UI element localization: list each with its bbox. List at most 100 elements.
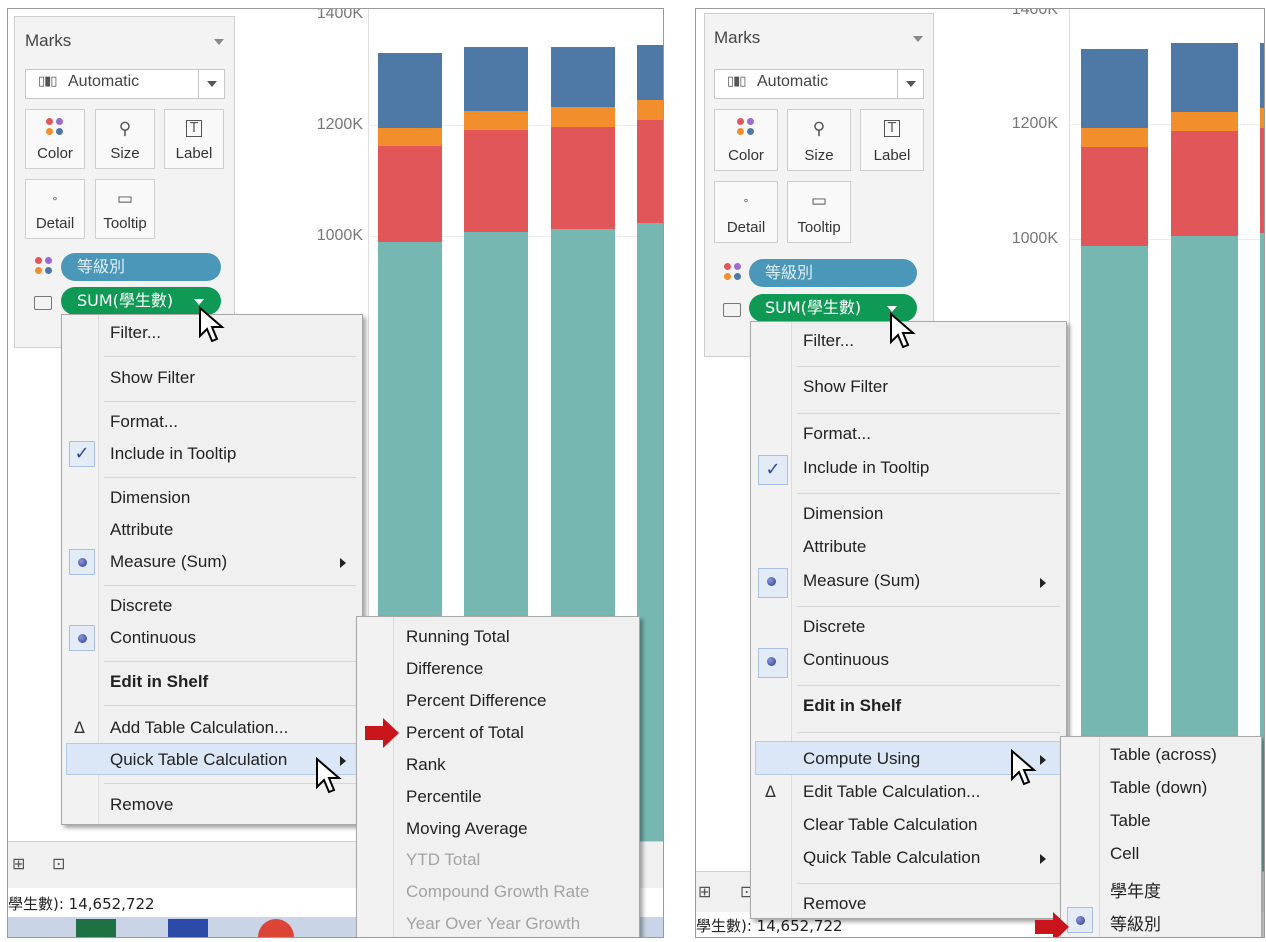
y-tick-1000k: 1000K — [1011, 230, 1058, 247]
new-worksheet-icon[interactable]: ⊞ — [12, 854, 25, 873]
menu-item-quick-table-calculation[interactable]: Quick Table Calculation — [110, 750, 287, 770]
menu-item-attribute[interactable]: Attribute — [110, 520, 173, 540]
y-tick-1200k: 1200K — [1011, 115, 1058, 132]
radio-selected-icon — [69, 625, 95, 651]
submenu-item-table-across[interactable]: Table (across) — [1110, 745, 1217, 765]
measure-pill-label: SUM(學生數) — [765, 298, 862, 317]
color-button[interactable]: Color — [714, 109, 778, 171]
label-button[interactable]: T Label — [860, 109, 924, 171]
submenu-item-table[interactable]: Table — [1110, 811, 1151, 831]
detail-button-label: Detail — [726, 219, 766, 236]
excel-icon[interactable] — [76, 919, 116, 937]
radio-selected-icon — [1067, 907, 1093, 933]
y-tick-1400k: 1400K — [316, 8, 363, 22]
menu-item-discrete[interactable]: Discrete — [803, 617, 865, 637]
chevron-down-icon[interactable] — [194, 299, 204, 305]
menu-item-discrete[interactable]: Discrete — [110, 596, 172, 616]
y-tick-1000k: 1000K — [316, 227, 363, 244]
chevron-down-icon[interactable] — [198, 70, 224, 98]
menu-item-measure[interactable]: Measure (Sum) — [803, 571, 920, 591]
menu-item-quick-table-calculation[interactable]: Quick Table Calculation — [803, 848, 980, 868]
submenu-item-year-over-year-growth: Year Over Year Growth — [406, 914, 581, 933]
menu-item-dimension[interactable]: Dimension — [803, 504, 883, 524]
menu-item-compute-using[interactable]: Compute Using — [803, 749, 920, 769]
menu-item-include-in-tooltip[interactable]: Include in Tooltip — [110, 444, 236, 464]
measure-pill[interactable]: SUM(學生數) — [61, 287, 221, 315]
size-button[interactable]: ⚲ Size — [95, 109, 155, 169]
menu-item-show-filter[interactable]: Show Filter — [110, 368, 195, 388]
menu-item-format[interactable]: Format... — [803, 424, 871, 444]
color-button-label: Color — [37, 145, 73, 162]
marks-menu-caret-icon[interactable] — [913, 36, 923, 42]
right-screenshot-panel: 1400K 1200K 1000K Marks ▯▮▯ Automatic Co… — [695, 8, 1265, 938]
submenu-item-school-year[interactable]: 學年度 — [1110, 877, 1161, 902]
chevron-down-icon[interactable] — [897, 70, 923, 98]
marks-menu-caret-icon[interactable] — [214, 39, 224, 45]
radio-selected-icon — [69, 549, 95, 575]
bar-chart-icon: ▯▮▯ — [38, 74, 57, 89]
detail-button[interactable]: ∘ Detail — [714, 181, 778, 243]
tooltip-button[interactable]: ▭ Tooltip — [787, 181, 851, 243]
detail-button[interactable]: ∘ Detail — [25, 179, 85, 239]
y-tick-1200k: 1200K — [316, 116, 363, 133]
y-tick-1400k: 1400K — [1011, 8, 1058, 18]
menu-item-remove[interactable]: Remove — [110, 795, 173, 815]
submenu-item-moving-average[interactable]: Moving Average — [406, 819, 528, 839]
menu-item-remove[interactable]: Remove — [803, 894, 866, 914]
menu-item-attribute[interactable]: Attribute — [803, 537, 866, 557]
mouse-cursor-icon — [316, 757, 342, 794]
menu-item-edit-in-shelf[interactable]: Edit in Shelf — [803, 696, 901, 716]
mark-type-value: Automatic — [757, 73, 829, 90]
mark-type-select[interactable]: ▯▮▯ Automatic — [714, 69, 924, 99]
label-button[interactable]: T Label — [164, 109, 224, 169]
submenu-item-percentile[interactable]: Percentile — [406, 787, 482, 807]
submenu-item-difference[interactable]: Difference — [406, 659, 483, 679]
menu-item-continuous[interactable]: Continuous — [110, 628, 196, 648]
size-icon: ⚲ — [812, 119, 826, 139]
menu-item-edit-in-shelf[interactable]: Edit in Shelf — [110, 672, 208, 692]
chrome-icon[interactable] — [258, 919, 294, 937]
mouse-cursor-icon — [1011, 749, 1037, 786]
tooltip-icon: ▭ — [810, 191, 828, 211]
tooltip-button[interactable]: ▭ Tooltip — [95, 179, 155, 239]
menu-item-clear-table-calculation[interactable]: Clear Table Calculation — [803, 815, 978, 835]
app-icon[interactable] — [168, 919, 208, 937]
dimension-pill[interactable]: 等級別 — [61, 253, 221, 281]
check-icon: ✓ — [758, 455, 788, 485]
menu-item-measure[interactable]: Measure (Sum) — [110, 552, 227, 572]
menu-item-filter[interactable]: Filter... — [110, 323, 161, 343]
detail-icon: ∘ — [742, 194, 750, 207]
marks-card: Marks ▯▮▯ Automatic Color ⚲ Size T Label… — [704, 13, 934, 357]
menu-item-dimension[interactable]: Dimension — [110, 488, 190, 508]
color-button[interactable]: Color — [25, 109, 85, 169]
submenu-item-percent-difference[interactable]: Percent Difference — [406, 691, 546, 711]
mark-type-select[interactable]: ▯▮▯ Automatic — [25, 69, 225, 99]
menu-item-include-in-tooltip[interactable]: Include in Tooltip — [803, 458, 929, 478]
submenu-arrow-icon — [340, 558, 346, 568]
menu-item-continuous[interactable]: Continuous — [803, 650, 889, 670]
submenu-item-rank[interactable]: Rank — [406, 755, 446, 775]
menu-item-filter[interactable]: Filter... — [803, 331, 854, 351]
size-button[interactable]: ⚲ Size — [787, 109, 851, 171]
submenu-arrow-icon — [1040, 755, 1046, 765]
red-arrow-icon — [1035, 912, 1069, 937]
submenu-item-cell[interactable]: Cell — [1110, 844, 1139, 864]
new-worksheet-icon[interactable]: ⊞ — [698, 882, 711, 901]
new-dashboard-icon[interactable]: ⊡ — [52, 854, 65, 873]
submenu-arrow-icon — [1040, 854, 1046, 864]
submenu-item-grade-level[interactable]: 等級別 — [1110, 910, 1161, 935]
menu-item-edit-table-calculation[interactable]: Edit Table Calculation... — [803, 782, 980, 802]
submenu-item-running-total[interactable]: Running Total — [406, 627, 510, 647]
menu-item-show-filter[interactable]: Show Filter — [803, 377, 888, 397]
submenu-item-percent-of-total[interactable]: Percent of Total — [406, 723, 524, 743]
measure-pill-label: SUM(學生數) — [77, 291, 174, 310]
submenu-item-table-down[interactable]: Table (down) — [1110, 778, 1207, 798]
mark-type-value: Automatic — [68, 73, 140, 90]
delta-icon: Δ — [74, 718, 85, 737]
bar-4[interactable] — [637, 45, 663, 849]
menu-item-format[interactable]: Format... — [110, 412, 178, 432]
left-screenshot-panel: 1400K 1200K 1000K Marks ▯▮▯ Automatic Co… — [7, 8, 664, 938]
dimension-pill[interactable]: 等級別 — [749, 259, 917, 287]
check-icon: ✓ — [69, 441, 95, 467]
menu-item-add-table-calculation[interactable]: Add Table Calculation... — [110, 718, 288, 738]
